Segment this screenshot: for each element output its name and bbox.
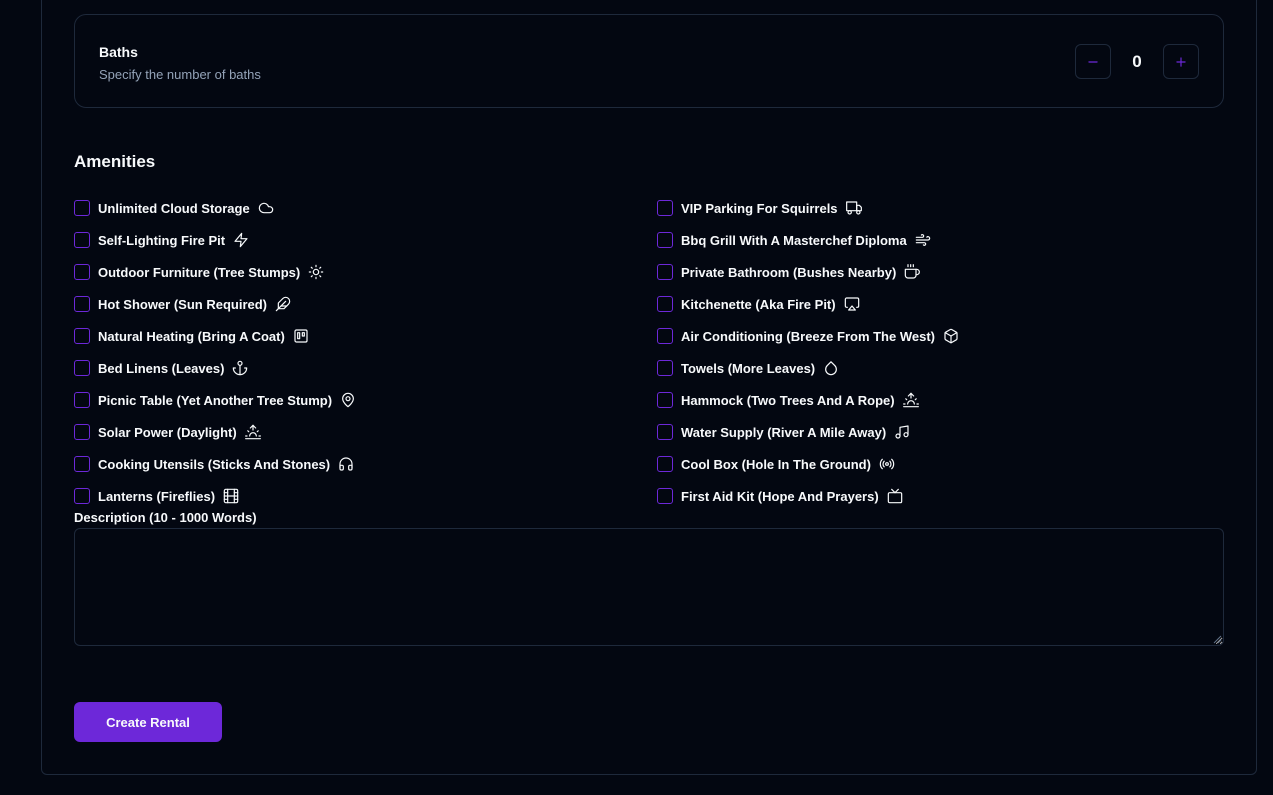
decrement-baths-button[interactable] xyxy=(1075,44,1111,79)
coffee-icon xyxy=(904,264,921,280)
amenity-unlimited-cloud-storage[interactable]: Unlimited Cloud Storage xyxy=(74,199,274,217)
amenity-checkbox[interactable] xyxy=(74,456,90,472)
amenity-checkbox[interactable] xyxy=(657,296,673,312)
droplet-icon xyxy=(823,360,839,376)
resize-grip-icon[interactable] xyxy=(1212,634,1222,644)
amenity-label: Picnic Table (Yet Another Tree Stump) xyxy=(98,392,333,408)
amenity-label: Cool Box (Hole In The Ground) xyxy=(681,456,871,472)
create-rental-button[interactable]: Create Rental xyxy=(74,702,222,742)
tv-icon xyxy=(887,488,903,504)
amenity-label: Outdoor Furniture (Tree Stumps) xyxy=(98,264,301,280)
amenity-first-aid-kit-hope-and-prayers[interactable]: First Aid Kit (Hope And Prayers) xyxy=(657,487,903,505)
headphones-icon xyxy=(338,456,354,472)
amenity-hot-shower-sun-required[interactable]: Hot Shower (Sun Required) xyxy=(74,295,291,313)
amenity-checkbox[interactable] xyxy=(657,392,673,408)
amenity-vip-parking-for-squirrels[interactable]: VIP Parking For Squirrels xyxy=(657,199,862,217)
film-icon xyxy=(223,488,239,504)
amenity-label: Cooking Utensils (Sticks And Stones) xyxy=(98,456,331,472)
amenity-checkbox[interactable] xyxy=(657,456,673,472)
amenity-cooking-utensils-sticks-and-stones[interactable]: Cooking Utensils (Sticks And Stones) xyxy=(74,455,354,473)
amenity-label: Towels (More Leaves) xyxy=(681,360,816,376)
amenity-checkbox[interactable] xyxy=(657,360,673,376)
airplay-icon xyxy=(844,296,860,312)
amenity-label: Natural Heating (Bring A Coat) xyxy=(98,328,285,344)
sun-icon xyxy=(308,264,324,280)
baths-count: 0 xyxy=(1132,52,1142,71)
baths-subtitle: Specify the number of baths xyxy=(99,67,261,82)
description-label: Description (10 - 1000 Words) xyxy=(74,510,257,525)
music-icon xyxy=(894,424,910,440)
wind-icon xyxy=(915,232,931,248)
amenity-label: Bed Linens (Leaves) xyxy=(98,360,225,376)
amenity-checkbox[interactable] xyxy=(74,360,90,376)
amenity-air-conditioning-breeze-from-the-west[interactable]: Air Conditioning (Breeze From The West) xyxy=(657,327,959,345)
amenity-bed-linens-leaves[interactable]: Bed Linens (Leaves) xyxy=(74,359,248,377)
amenity-label: Solar Power (Daylight) xyxy=(98,424,237,440)
truck-icon xyxy=(845,200,862,216)
amenity-kitchenette-aka-fire-pit[interactable]: Kitchenette (Aka Fire Pit) xyxy=(657,295,860,313)
amenity-checkbox[interactable] xyxy=(74,232,90,248)
amenity-private-bathroom-bushes-nearby[interactable]: Private Bathroom (Bushes Nearby) xyxy=(657,263,921,281)
amenity-self-lighting-fire-pit[interactable]: Self-Lighting Fire Pit xyxy=(74,231,249,249)
amenity-checkbox[interactable] xyxy=(74,424,90,440)
amenity-checkbox[interactable] xyxy=(74,296,90,312)
feather-icon xyxy=(275,296,291,312)
amenity-label: Bbq Grill With A Masterchef Diploma xyxy=(681,232,907,248)
description-textarea[interactable] xyxy=(74,528,1224,646)
amenity-bbq-grill-with-a-masterchef-diploma[interactable]: Bbq Grill With A Masterchef Diploma xyxy=(657,231,931,249)
amenity-label: Private Bathroom (Bushes Nearby) xyxy=(681,264,897,280)
cloud-icon xyxy=(258,200,274,216)
amenity-checkbox[interactable] xyxy=(657,328,673,344)
amenity-checkbox[interactable] xyxy=(657,264,673,280)
amenity-checkbox[interactable] xyxy=(657,200,673,216)
amenity-solar-power-daylight[interactable]: Solar Power (Daylight) xyxy=(74,423,261,441)
sunrise-icon xyxy=(244,424,261,440)
amenity-checkbox[interactable] xyxy=(657,488,673,504)
amenity-natural-heating-bring-a-coat[interactable]: Natural Heating (Bring A Coat) xyxy=(74,327,309,345)
amenity-checkbox[interactable] xyxy=(74,264,90,280)
amenity-towels-more-leaves[interactable]: Towels (More Leaves) xyxy=(657,359,839,377)
amenity-lanterns-fireflies[interactable]: Lanterns (Fireflies) xyxy=(74,487,239,505)
amenity-hammock-two-trees-and-a-rope[interactable]: Hammock (Two Trees And A Rope) xyxy=(657,391,919,409)
box-icon xyxy=(943,328,959,344)
amenity-checkbox[interactable] xyxy=(657,424,673,440)
amenity-checkbox[interactable] xyxy=(74,328,90,344)
map-pin-icon xyxy=(340,392,356,408)
amenity-label: First Aid Kit (Hope And Prayers) xyxy=(681,488,879,504)
amenity-label: Self-Lighting Fire Pit xyxy=(98,232,226,248)
increment-baths-button[interactable] xyxy=(1163,44,1199,79)
baths-section: Baths Specify the number of baths 0 xyxy=(74,14,1224,108)
amenities-heading: Amenities xyxy=(74,152,156,171)
amenity-label: Unlimited Cloud Storage xyxy=(98,200,250,216)
form-card xyxy=(41,0,1257,775)
baths-title: Baths xyxy=(99,44,138,60)
sunrise-icon xyxy=(902,392,919,408)
zap-icon xyxy=(233,232,249,248)
amenity-label: Water Supply (River A Mile Away) xyxy=(681,424,887,440)
amenity-cool-box-hole-in-the-ground[interactable]: Cool Box (Hole In The Ground) xyxy=(657,455,895,473)
amenity-label: Air Conditioning (Breeze From The West) xyxy=(681,328,935,344)
amenity-outdoor-furniture-tree-stumps[interactable]: Outdoor Furniture (Tree Stumps) xyxy=(74,263,324,281)
amenity-checkbox[interactable] xyxy=(74,392,90,408)
amenity-label: Kitchenette (Aka Fire Pit) xyxy=(681,296,836,312)
radio-icon xyxy=(879,456,895,472)
minus-icon xyxy=(1088,60,1098,63)
amenity-checkbox[interactable] xyxy=(74,200,90,216)
amenity-label: Hammock (Two Trees And A Rope) xyxy=(681,392,895,408)
amenity-label: Lanterns (Fireflies) xyxy=(98,488,216,504)
amenity-water-supply-river-a-mile-away[interactable]: Water Supply (River A Mile Away) xyxy=(657,423,910,441)
amenity-checkbox[interactable] xyxy=(74,488,90,504)
trello-icon xyxy=(293,328,309,344)
amenity-checkbox[interactable] xyxy=(657,232,673,248)
amenity-picnic-table-yet-another-tree-stump[interactable]: Picnic Table (Yet Another Tree Stump) xyxy=(74,391,356,409)
anchor-icon xyxy=(232,360,248,376)
amenity-label: VIP Parking For Squirrels xyxy=(681,200,838,216)
amenity-label: Hot Shower (Sun Required) xyxy=(98,296,267,312)
plus-icon xyxy=(1176,56,1186,67)
